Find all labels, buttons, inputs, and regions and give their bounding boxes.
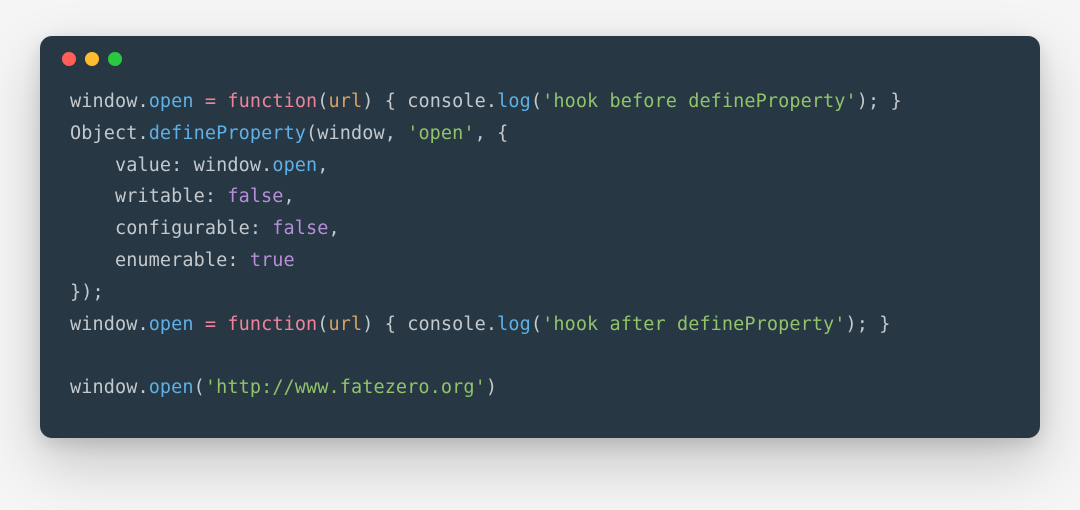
code-line: window.open('http://www.fatezero.org') [70,372,1010,404]
punct: : [227,250,249,271]
str-hook-before: 'hook before defineProperty' [542,91,857,112]
key-enumerable: enumerable [115,250,227,271]
punct: , [284,186,295,207]
kw-function: function [227,91,317,112]
paren-close: ) [486,377,497,398]
key-configurable: configurable [115,218,250,239]
blank [70,346,81,367]
punct: ); } [857,91,902,112]
space [194,91,205,112]
paren-open: ( [317,314,328,335]
obj-console: console [407,91,486,112]
str-hook-after: 'hook after defineProperty' [542,314,845,335]
fn-defineproperty: defineProperty [149,123,306,144]
code-line: window.open = function(url) { console.lo… [70,86,1010,118]
punct: }); [70,282,104,303]
punct: , { [475,123,509,144]
prop-open: open [149,91,194,112]
obj-window: window [70,314,137,335]
punct-dot: . [137,377,148,398]
punct-dot: . [261,155,272,176]
punct: : [250,218,272,239]
indent [70,250,115,271]
kw-function: function [227,314,317,335]
str-url: 'http://www.fatezero.org' [205,377,486,398]
space [216,91,227,112]
punct-dot: . [137,123,148,144]
paren-open: ( [531,314,542,335]
fn-log: log [497,314,531,335]
code-window: window.open = function(url) { console.lo… [40,36,1040,438]
key-value: value [115,155,171,176]
code-line: configurable: false, [70,213,1010,245]
code-line: value: window.open, [70,150,1010,182]
fn-log: log [497,91,531,112]
op-assign: = [205,91,216,112]
space [216,314,227,335]
punct: ) { [362,314,407,335]
indent [70,218,115,239]
punct-dot: . [137,314,148,335]
obj-console: console [407,314,486,335]
bool-false: false [272,218,328,239]
punct-dot: . [137,91,148,112]
param-url: url [329,314,363,335]
obj-window: window [194,155,261,176]
op-assign: = [205,314,216,335]
code-line: writable: false, [70,181,1010,213]
punct: : [171,155,193,176]
code-line-blank [70,341,1010,373]
punct: ) { [362,91,407,112]
obj-window: window [70,377,137,398]
traffic-light-zoom-icon[interactable] [108,52,122,66]
str-open: 'open' [407,123,474,144]
punct: ); } [846,314,891,335]
arg-window: window [317,123,384,144]
prop-open: open [149,314,194,335]
paren-open: ( [317,91,328,112]
code-block[interactable]: window.open = function(url) { console.lo… [40,82,1040,438]
obj-window: window [70,91,137,112]
space [194,314,205,335]
paren-open: ( [194,377,205,398]
key-writable: writable [115,186,205,207]
traffic-light-close-icon[interactable] [62,52,76,66]
code-line: Object.defineProperty(window, 'open', { [70,118,1010,150]
punct: , [385,123,407,144]
indent [70,155,115,176]
punct: , [317,155,328,176]
param-url: url [329,91,363,112]
fn-open: open [149,377,194,398]
paren-open: ( [531,91,542,112]
obj-object: Object [70,123,137,144]
code-line: window.open = function(url) { console.lo… [70,309,1010,341]
code-line: }); [70,277,1010,309]
punct: : [205,186,227,207]
punct-dot: . [486,314,497,335]
traffic-light-minimize-icon[interactable] [85,52,99,66]
code-line: enumerable: true [70,245,1010,277]
punct: , [329,218,340,239]
punct-dot: . [486,91,497,112]
titlebar [40,36,1040,82]
bool-false: false [227,186,283,207]
paren-open: ( [306,123,317,144]
indent [70,186,115,207]
prop-open: open [272,155,317,176]
bool-true: true [250,250,295,271]
